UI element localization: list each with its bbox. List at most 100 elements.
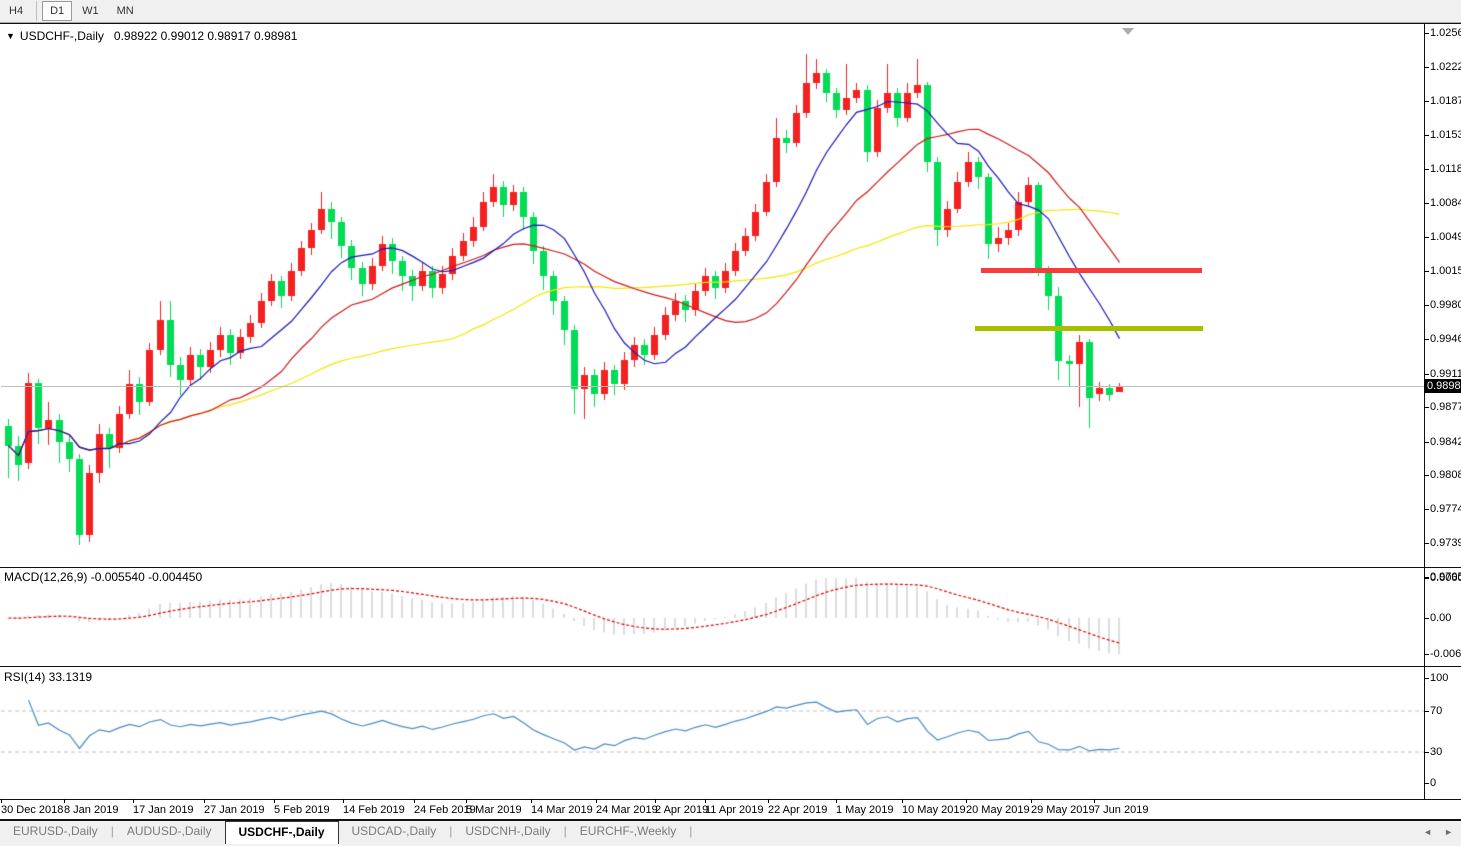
chart-title-ohlc: 0.98922 0.99012 0.98917 0.98981 [114, 29, 298, 43]
price-axis-tick [1424, 475, 1429, 476]
price-axis-tick [1424, 169, 1429, 170]
indicator-axis-label: 0.006058 [1430, 572, 1461, 584]
price-axis-tick [1424, 101, 1429, 102]
tab-usdchf-daily[interactable]: USDCHF-,Daily [225, 821, 339, 844]
timeframe-button-h4[interactable]: H4 [1, 1, 31, 21]
tab-usdcnh-daily[interactable]: USDCNH-,Daily [452, 821, 563, 842]
date-axis-label: 5 Mar 2019 [466, 804, 522, 816]
timeframe-button-d1[interactable]: D1 [42, 1, 72, 21]
tab-eurusd-daily[interactable]: EURUSD-,Daily [0, 821, 111, 842]
current-price-badge: 0.98981 [1424, 379, 1461, 393]
price-axis-label: 0.99110 [1430, 368, 1461, 380]
chart-title: ▼ USDCHF-,Daily 0.98922 0.99012 0.98917 0.… [6, 29, 297, 43]
tab-usdcad-daily[interactable]: USDCAD-,Daily [339, 821, 450, 842]
price-axis-tick [1424, 543, 1429, 544]
price-axis-label: 1.00150 [1430, 265, 1461, 277]
date-axis-tick [1094, 799, 1095, 803]
price-axis-tick [1424, 67, 1429, 68]
support-line[interactable] [975, 326, 1203, 331]
current-price-line [1, 386, 1424, 387]
scroll-left-icon[interactable]: ◄ [1423, 827, 1432, 837]
rsi-label: RSI(14) 33.1319 [4, 670, 92, 684]
price-axis-label: 0.98080 [1430, 469, 1461, 481]
price-axis-tick [1424, 407, 1429, 408]
price-axis-label: 1.01870 [1430, 95, 1461, 107]
date-axis-tick [966, 799, 967, 803]
price-axis-label: 1.02560 [1430, 27, 1461, 39]
date-axis-tick [655, 799, 656, 803]
price-axis-label: 0.99460 [1430, 333, 1461, 345]
indicator-axis-tick [1424, 678, 1429, 679]
autoscroll-marker-icon[interactable] [1122, 28, 1134, 35]
price-axis-tick [1424, 271, 1429, 272]
date-axis-tick [204, 799, 205, 803]
indicator-axis-tick [1424, 654, 1429, 655]
price-axis-label: 0.97740 [1430, 503, 1461, 515]
tab-eurchf-weekly[interactable]: EURCHF-,Weekly [567, 821, 689, 842]
resistance-line[interactable] [981, 268, 1202, 273]
price-axis-label: 1.02220 [1430, 61, 1461, 73]
indicator-axis-label: 0.00 [1430, 612, 1451, 624]
date-axis-label: 1 May 2019 [836, 804, 893, 816]
date-axis-label: 10 May 2019 [902, 804, 966, 816]
price-axis-tick [1424, 33, 1429, 34]
indicator-axis-tick [1424, 752, 1429, 753]
date-axis-tick [1031, 799, 1032, 803]
tab-scrollbar: ◄ ► [1423, 827, 1453, 837]
timeframe-button-mn[interactable]: MN [109, 1, 142, 21]
date-axis-label: 22 Apr 2019 [768, 804, 827, 816]
date-axis-tick [902, 799, 903, 803]
date-axis-tick [596, 799, 597, 803]
date-axis-label: 5 Feb 2019 [274, 804, 330, 816]
trading-platform-window: H4 D1W1MN ▼ USDCHF-,Daily 0.98922 0.99012 0… [0, 0, 1461, 846]
indicator-axis-label: 70 [1430, 705, 1442, 717]
date-axis-label: 17 Jan 2019 [133, 804, 194, 816]
macd-panel-plot[interactable] [0, 568, 1424, 665]
date-axis-label: 7 Jun 2019 [1094, 804, 1148, 816]
date-axis-label: 24 Mar 2019 [596, 804, 658, 816]
indicator-axis-label: 0 [1430, 777, 1436, 789]
price-axis-label: 0.98770 [1430, 401, 1461, 413]
price-axis-tick [1424, 339, 1429, 340]
tab-separator: | [689, 821, 692, 842]
date-axis-tick [274, 799, 275, 803]
indicator-axis-tick [1424, 578, 1429, 579]
price-axis-tick [1424, 203, 1429, 204]
rsi-panel-plot[interactable] [0, 667, 1424, 798]
price-axis-label: 0.99800 [1430, 299, 1461, 311]
date-axis-tick [1, 799, 2, 803]
scroll-right-icon[interactable]: ► [1444, 827, 1453, 837]
price-axis-tick [1424, 237, 1429, 238]
date-axis-tick [466, 799, 467, 803]
price-axis-tick [1424, 374, 1429, 375]
symbol-dropdown-arrow-icon[interactable]: ▼ [6, 31, 15, 41]
date-axis-tick [705, 799, 706, 803]
timeframe-button-w1[interactable]: W1 [74, 1, 107, 21]
date-axis-label: 14 Feb 2019 [343, 804, 405, 816]
indicator-axis-tick [1424, 711, 1429, 712]
date-axis-label: 30 Dec 2018 [1, 804, 63, 816]
date-axis-label: 29 May 2019 [1031, 804, 1095, 816]
chart-title-symbol: USDCHF-,Daily [20, 29, 104, 43]
date-axis-label: 27 Jan 2019 [204, 804, 265, 816]
date-axis-label: 2 Apr 2019 [655, 804, 708, 816]
date-axis-tick [133, 799, 134, 803]
date-axis-tick [836, 799, 837, 803]
date-axis-tick [531, 799, 532, 803]
indicator-axis-label: 100 [1430, 672, 1448, 684]
date-axis-label: 8 Jan 2019 [64, 804, 118, 816]
price-axis-tick [1424, 305, 1429, 306]
tab-audusd-daily[interactable]: AUDUSD-,Daily [114, 821, 225, 842]
price-axis-label: 0.97390 [1430, 537, 1461, 549]
date-axis-label: 11 Apr 2019 [705, 804, 764, 816]
price-axis-tick [1424, 509, 1429, 510]
price-axis-label: 1.00490 [1430, 231, 1461, 243]
indicator-axis-label: 30 [1430, 746, 1442, 758]
timeframe-toolbar: H4 D1W1MN [0, 0, 1461, 23]
price-axis-tick [1424, 442, 1429, 443]
price-axis-label: 0.98420 [1430, 436, 1461, 448]
date-axis-tick [768, 799, 769, 803]
date-axis-tick [64, 799, 65, 803]
indicator-axis-label: -0.006096 [1430, 648, 1461, 660]
main-chart-plot[interactable] [0, 24, 1424, 566]
